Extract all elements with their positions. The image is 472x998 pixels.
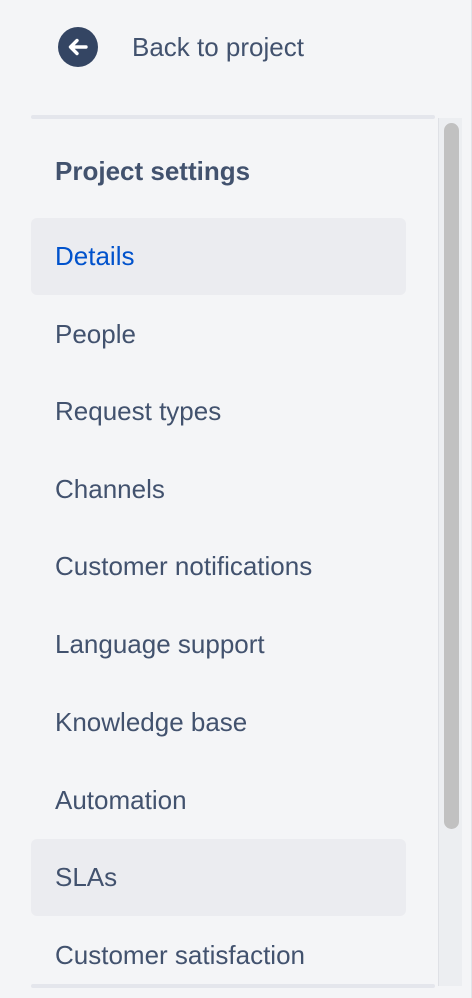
nav-item-label: Request types — [55, 396, 222, 426]
divider — [31, 115, 435, 119]
nav-item-customer-notifications[interactable]: Customer notifications — [31, 528, 406, 605]
back-to-project-label: Back to project — [132, 31, 304, 62]
nav-item-label: Language support — [55, 629, 265, 659]
nav-item-label: SLAs — [55, 862, 118, 892]
project-settings-sidebar: Back to project Project settings Details… — [0, 0, 472, 998]
divider — [31, 984, 435, 988]
section-title: Project settings — [55, 156, 251, 186]
nav-item-label: Knowledge base — [55, 707, 248, 737]
nav-item-label: Details — [55, 241, 135, 271]
nav-item-people[interactable]: People — [31, 296, 406, 373]
nav-item-automation[interactable]: Automation — [31, 762, 406, 839]
nav-item-label: People — [55, 319, 136, 349]
nav-item-label: Channels — [55, 474, 165, 504]
nav-item-label: Customer satisfaction — [55, 940, 305, 970]
nav-item-language-support[interactable]: Language support — [31, 606, 406, 683]
nav-item-label: Customer notifications — [55, 551, 313, 581]
arrow-left-circle-icon — [58, 27, 98, 67]
nav-item-request-types[interactable]: Request types — [31, 373, 406, 450]
nav-item-knowledge-base[interactable]: Knowledge base — [31, 684, 406, 761]
nav-item-customer-satisfaction[interactable]: Customer satisfaction — [31, 917, 406, 994]
back-to-project-link[interactable]: Back to project — [58, 27, 304, 67]
nav-item-details[interactable]: Details — [31, 218, 406, 295]
nav-item-channels[interactable]: Channels — [31, 451, 406, 528]
nav-item-slas[interactable]: SLAs — [31, 839, 406, 916]
scrollbar-track[interactable] — [438, 118, 462, 986]
scrollbar-thumb[interactable] — [444, 123, 459, 829]
nav-item-label: Automation — [55, 785, 187, 815]
